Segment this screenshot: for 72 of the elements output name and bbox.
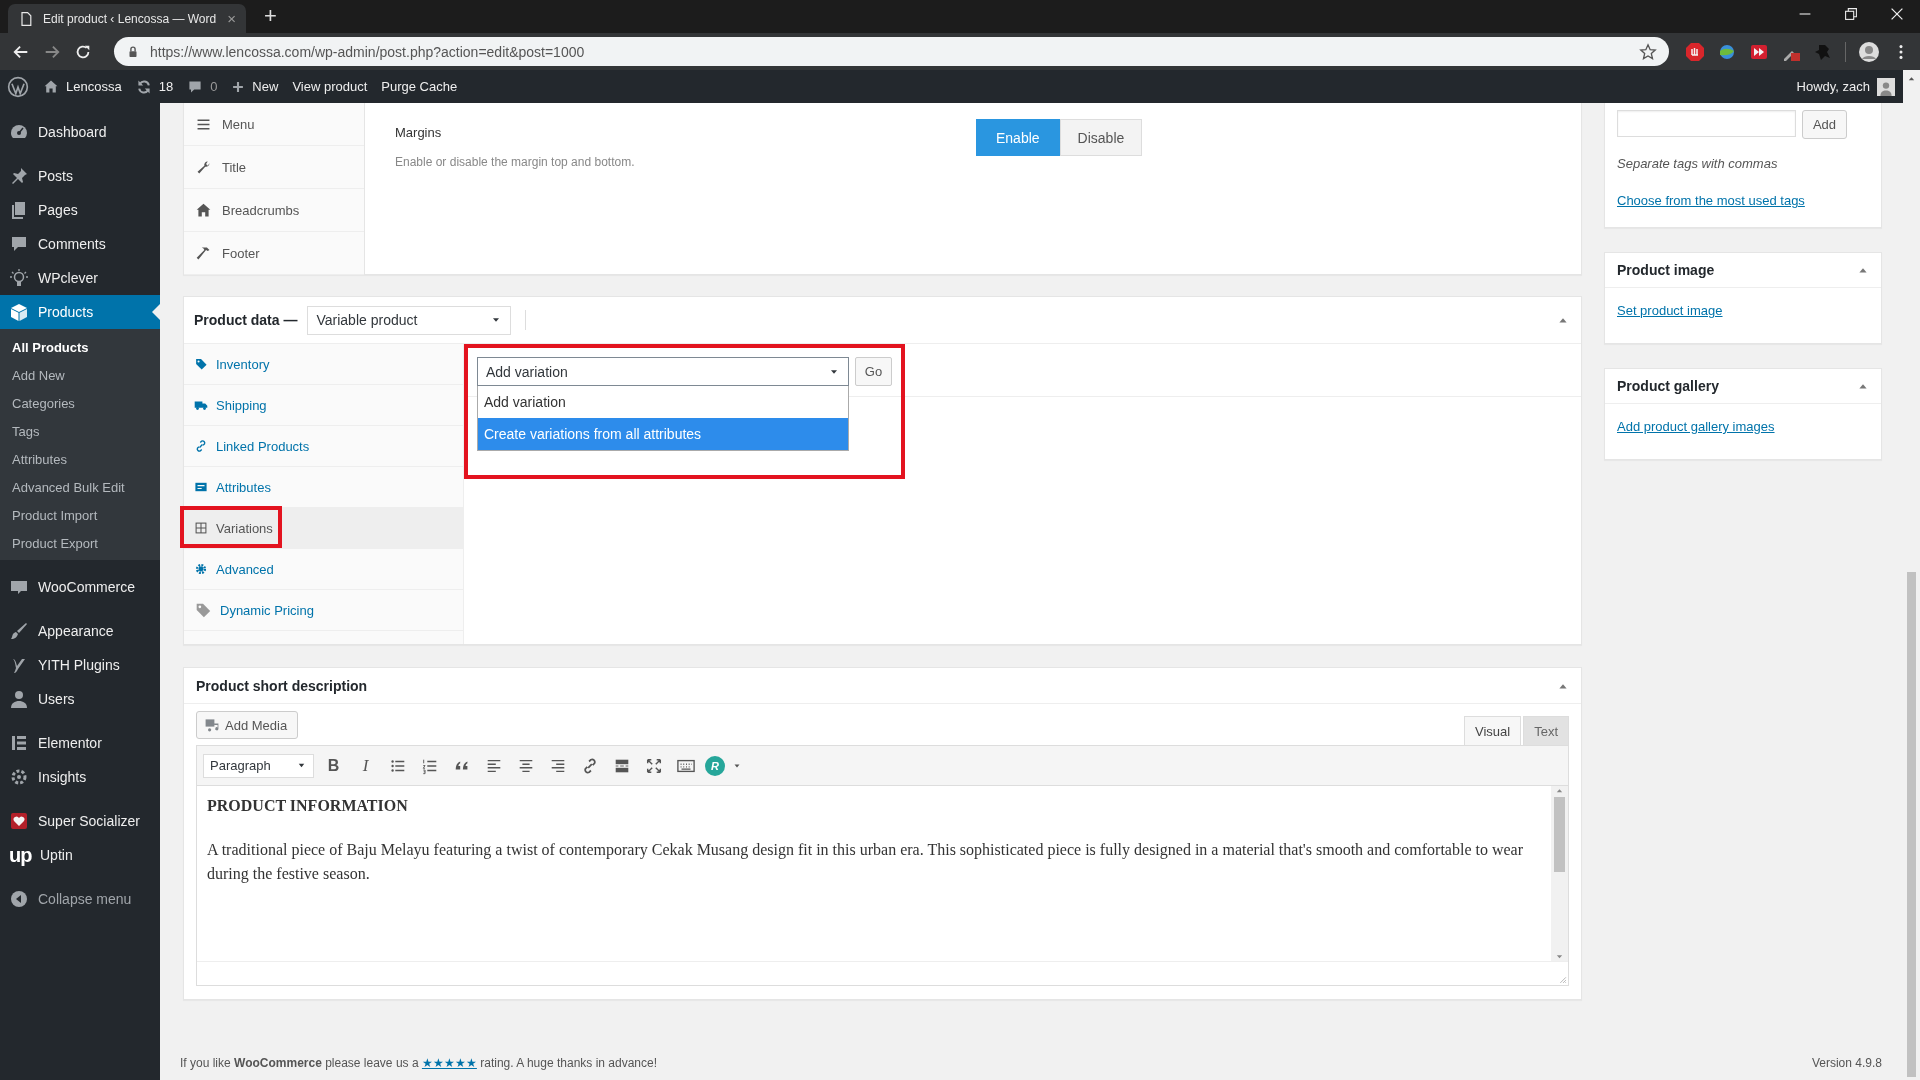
- product-data-tab[interactable]: Inventory: [184, 344, 463, 385]
- sidebar-menu-item[interactable]: Users: [0, 682, 160, 716]
- product-data-tab[interactable]: Shipping: [184, 385, 463, 426]
- panel-title: Product short description: [196, 677, 368, 694]
- content-heading: PRODUCT INFORMATION: [207, 796, 409, 816]
- panel-title: Product gallery: [1617, 378, 1719, 394]
- sidebar-menu-item[interactable]: Products: [0, 295, 160, 329]
- add-media-button[interactable]: Add Media: [196, 711, 299, 739]
- sidebar-menu-item[interactable]: WPclever: [0, 261, 160, 295]
- tab-close-button[interactable]: ×: [227, 10, 236, 27]
- product-data-tab[interactable]: Linked Products: [184, 426, 463, 467]
- sidebar-menu-item[interactable]: Elementor: [0, 726, 160, 760]
- setting-description: Enable or disable the margin top and bottom.: [395, 155, 636, 169]
- browser-tab[interactable]: Edit product ‹ Lencossa — Word ×: [8, 4, 246, 33]
- sidebar-menu-item[interactable]: YITH Plugins: [0, 648, 160, 682]
- submenu-item[interactable]: Attributes: [0, 445, 160, 473]
- footer-note: If you like WooCommerce please leave us a ★★★★★ rating. A huge thanks in advance!: [180, 1056, 658, 1070]
- account-link[interactable]: Howdy, zach: [1796, 77, 1895, 96]
- submenu-item[interactable]: Add New: [0, 361, 160, 389]
- sidebar-menu-item[interactable]: Insights: [0, 760, 160, 794]
- submenu-item[interactable]: All Products: [0, 333, 160, 361]
- panel-link[interactable]: Set product image: [1617, 303, 1723, 318]
- submenu-item[interactable]: Tags: [0, 417, 160, 445]
- panel-link[interactable]: Add product gallery images: [1617, 419, 1775, 434]
- site-link[interactable]: Lencossa: [43, 78, 122, 95]
- options-nav-item[interactable]: Title: [184, 146, 364, 189]
- sidebar-menu-item[interactable]: Comments: [0, 227, 160, 261]
- panel-title: Product image: [1617, 262, 1715, 278]
- editor-tab[interactable]: Visual: [1463, 716, 1522, 745]
- new-tab-button[interactable]: +: [260, 3, 281, 29]
- submenu-item[interactable]: Product Import: [0, 501, 160, 529]
- sidebar-menu-item[interactable]: Dashboard: [0, 115, 160, 149]
- content-paragraph: A traditional piece of Baju Melayu featuring a twist of contemporary Cekak Musang design fit in this urban era. This sophisticated piece is fully designed in a material that's smooth and comfortable to wear during the festive season.: [207, 840, 1524, 885]
- version-text: Version 4.9.8: [1811, 1056, 1882, 1070]
- italic-button[interactable]: I: [353, 753, 378, 778]
- collapse-menu-button[interactable]: Collapse menu: [0, 882, 160, 916]
- bold-button[interactable]: B: [321, 753, 346, 778]
- editor-tab[interactable]: Text: [1523, 716, 1569, 745]
- disable-button[interactable]: Disable: [1059, 119, 1143, 156]
- options-nav-item[interactable]: Menu: [184, 103, 364, 146]
- admin-bar-link[interactable]: View product: [292, 79, 368, 94]
- setting-label: Margins: [395, 125, 443, 140]
- comments-link[interactable]: 0: [187, 78, 218, 95]
- address-bar[interactable]: https://www.lencossa.com/wp-admin/post.php?action=edit&post=1000: [114, 37, 1669, 66]
- product-data-tab[interactable]: Dynamic Pricing: [184, 590, 463, 631]
- sidebar-menu-item[interactable]: Posts: [0, 159, 160, 193]
- rating-link[interactable]: ★★★★★: [421, 1056, 477, 1070]
- submenu-item[interactable]: Product Export: [0, 529, 160, 557]
- go-button[interactable]: Go: [855, 357, 892, 386]
- options-nav-item[interactable]: Footer: [184, 232, 364, 275]
- submenu-item[interactable]: Advanced Bulk Edit: [0, 473, 160, 501]
- dropdown-option[interactable]: Add variation: [478, 386, 848, 418]
- tab-title: Edit product ‹ Lencossa — Word: [43, 11, 218, 26]
- panel-title: Product data —: [194, 312, 298, 328]
- sidebar-menu-item[interactable]: up Uptin: [0, 838, 160, 872]
- updates-link[interactable]: 18: [135, 78, 174, 95]
- add-tag-button[interactable]: Add: [1802, 110, 1847, 139]
- sidebar-menu-item[interactable]: WooCommerce: [0, 570, 160, 604]
- most-used-tags-link[interactable]: Choose from the most used tags: [1617, 193, 1805, 208]
- admin-bar-link[interactable]: Purge Cache: [381, 79, 458, 94]
- submenu-item[interactable]: Categories: [0, 389, 160, 417]
- sidebar-menu-item[interactable]: Super Socializer: [0, 804, 160, 838]
- format-select[interactable]: Paragraph: [203, 753, 314, 778]
- product-data-tab[interactable]: Advanced: [184, 549, 463, 590]
- new-link[interactable]: New: [231, 79, 279, 94]
- logo-text: up: [9, 843, 31, 867]
- sidebar-menu-item[interactable]: Pages: [0, 193, 160, 227]
- product-type-select[interactable]: Variable product: [307, 305, 512, 335]
- options-nav-item[interactable]: Breadcrumbs: [184, 189, 364, 232]
- tags-hint: Separate tags with commas: [1617, 156, 1779, 171]
- sidebar-menu-item[interactable]: Appearance: [0, 614, 160, 648]
- variation-select[interactable]: Add variation: [477, 357, 849, 386]
